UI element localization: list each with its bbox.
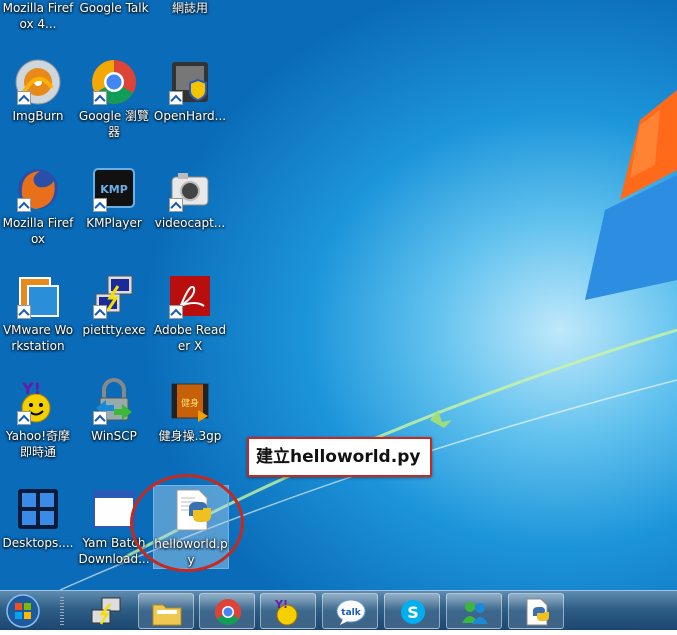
- svg-text:KMP: KMP: [100, 183, 128, 196]
- taskbar-messenger[interactable]: [446, 593, 502, 629]
- icon-label: ImgBurn: [12, 109, 64, 123]
- shortcut-arrow-icon: [93, 305, 107, 319]
- kmplayer-icon: KMP: [90, 165, 138, 213]
- taskbar-explorer[interactable]: [138, 593, 194, 629]
- adobe-reader-shortcut[interactable]: Adobe Reader X: [153, 272, 227, 354]
- yahoo-messenger-icon: Y!: [274, 598, 298, 626]
- icon-label: Mozilla Firefox: [2, 216, 74, 246]
- windows-orb-icon: [6, 594, 40, 628]
- annotation-text: 建立helloworld.py: [256, 447, 421, 467]
- svg-text:S: S: [407, 603, 419, 622]
- taskbar-grip: [60, 597, 64, 625]
- svg-text:talk: talk: [341, 608, 361, 618]
- highlight-circle: [130, 474, 244, 572]
- shortcut-arrow-icon: [93, 411, 107, 425]
- shortcut-arrow-icon: [17, 91, 31, 105]
- icon-label: videocapt...: [154, 216, 226, 230]
- icon-label: Adobe Reader X: [154, 323, 226, 353]
- google-talk-shortcut[interactable]: Google Talk: [77, 0, 151, 16]
- icon-label: Yahoo!奇摩即時通: [5, 429, 71, 459]
- google-chrome-shortcut[interactable]: Google 瀏覽器: [77, 58, 151, 140]
- icon-label: 健身操.3gp: [158, 429, 222, 443]
- shortcut-arrow-icon: [93, 198, 107, 212]
- video-3gp-file[interactable]: 健身 健身操.3gp: [153, 378, 227, 444]
- desktops-icon: [14, 485, 62, 533]
- skype-icon: S: [401, 600, 425, 624]
- taskbar-skype[interactable]: S: [384, 593, 440, 629]
- google-talk-icon: talk: [336, 599, 366, 625]
- folder-icon: [152, 604, 182, 626]
- icon-label: KMPlayer: [86, 216, 142, 230]
- openhardware-shortcut[interactable]: OpenHard...: [153, 58, 227, 124]
- putty-shortcut[interactable]: piettty.exe: [77, 272, 151, 338]
- shortcut-arrow-icon: [169, 91, 183, 105]
- firefox-icon: [14, 165, 62, 213]
- shortcut-arrow-icon: [17, 411, 31, 425]
- svg-text:Y!: Y!: [274, 598, 288, 611]
- annotation-callout: 建立helloworld.py: [247, 437, 432, 477]
- desktops-shortcut[interactable]: Desktops....: [1, 485, 75, 551]
- firefox4-shortcut[interactable]: Mozilla Firefox 4...: [1, 0, 75, 32]
- yahoo-messenger-shortcut[interactable]: Y! Yahoo!奇摩即時通: [1, 378, 75, 460]
- icon-label: Google 瀏覽器: [78, 109, 150, 139]
- taskbar-python-file[interactable]: [508, 593, 564, 629]
- icon-label: Google Talk: [79, 1, 149, 15]
- icon-label: 網誌用: [171, 1, 208, 15]
- video-file-icon: 健身: [166, 378, 214, 426]
- icon-label: OpenHard...: [153, 109, 227, 123]
- taskbar-google-talk[interactable]: talk: [322, 593, 378, 629]
- firefox-shortcut[interactable]: Mozilla Firefox: [1, 165, 75, 247]
- taskbar-chrome[interactable]: [199, 593, 255, 629]
- shortcut-arrow-icon: [169, 198, 183, 212]
- python-file-icon: [526, 598, 549, 626]
- users-icon: [462, 602, 488, 624]
- shortcut-arrow-icon: [169, 305, 183, 319]
- winscp-shortcut[interactable]: WinSCP: [77, 378, 151, 444]
- taskbar-putty[interactable]: [78, 593, 134, 629]
- svg-text:Y!: Y!: [21, 379, 41, 398]
- svg-text:健身: 健身: [181, 397, 199, 409]
- chrome-icon: [215, 599, 241, 626]
- chrome-icon: [90, 58, 138, 106]
- shortcut-arrow-icon: [17, 198, 31, 212]
- shortcut-arrow-icon: [93, 91, 107, 105]
- taskbar: Y! talk S: [0, 590, 677, 630]
- blog-folder-shortcut[interactable]: 網誌用: [153, 0, 227, 16]
- imgburn-icon: [14, 58, 62, 106]
- putty-icon: [90, 272, 138, 320]
- icon-label: WinSCP: [91, 429, 137, 443]
- imgburn-shortcut[interactable]: ImgBurn: [1, 58, 75, 124]
- icon-label: Mozilla Firefox 4...: [2, 1, 74, 31]
- start-button[interactable]: [3, 591, 47, 631]
- icon-label: VMware Workstation: [2, 323, 74, 353]
- kmplayer-shortcut[interactable]: KMP KMPlayer: [77, 165, 151, 231]
- videocapture-shortcut[interactable]: videocapt...: [153, 165, 227, 231]
- vmware-shortcut[interactable]: VMware Workstation: [1, 272, 75, 354]
- taskbar-yahoo-messenger[interactable]: Y!: [260, 593, 316, 629]
- adobe-reader-icon: [166, 272, 214, 320]
- winscp-icon: [90, 378, 138, 426]
- camera-icon: [166, 165, 214, 213]
- putty-icon: [91, 597, 121, 625]
- shortcut-arrow-icon: [17, 305, 31, 319]
- openhardware-icon: [166, 58, 214, 106]
- yahoo-messenger-icon: Y!: [14, 378, 62, 426]
- icon-label: piettty.exe: [82, 323, 146, 337]
- vmware-icon: [14, 272, 62, 320]
- icon-label: Desktops....: [2, 536, 74, 550]
- desktop: Mozilla Firefox 4... Google Talk 網誌用 Img…: [0, 0, 677, 590]
